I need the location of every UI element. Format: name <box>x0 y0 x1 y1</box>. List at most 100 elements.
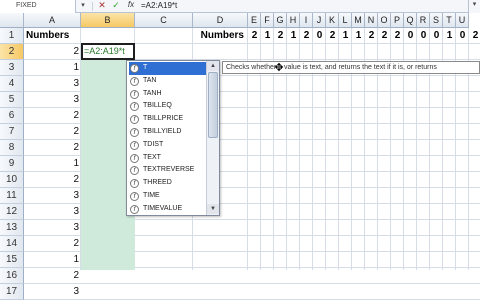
row1-value-cell[interactable]: 2 <box>469 28 480 44</box>
row1-value-cell[interactable]: 0 <box>417 28 430 44</box>
column-header-q[interactable]: Q <box>404 13 417 28</box>
row-header-17[interactable]: 17 <box>0 284 24 300</box>
column-header-m[interactable]: M <box>352 13 365 28</box>
autocomplete-item[interactable]: TBILLYIELD <box>129 126 208 139</box>
name-box[interactable]: FIXED <box>0 0 76 13</box>
row1-value-cell[interactable]: 0 <box>430 28 443 44</box>
cell-a4[interactable]: 3 <box>24 76 81 92</box>
cell-a10[interactable]: 2 <box>24 172 81 188</box>
column-header-e[interactable]: E <box>248 13 261 28</box>
cell-a14[interactable]: 2 <box>24 236 81 252</box>
row-header-2[interactable]: 2 <box>0 44 24 60</box>
cell-d1[interactable]: Numbers <box>193 28 248 44</box>
column-header-c[interactable]: C <box>135 13 193 28</box>
column-header-p[interactable]: P <box>391 13 404 28</box>
autocomplete-item[interactable]: TANH <box>129 88 208 101</box>
row1-value-cell[interactable]: 1 <box>352 28 365 44</box>
row-header-7[interactable]: 7 <box>0 124 24 140</box>
row1-value-cell[interactable]: 2 <box>326 28 339 44</box>
row-header-10[interactable]: 10 <box>0 172 24 188</box>
cell-a3[interactable]: 1 <box>24 60 81 76</box>
column-header-o[interactable]: O <box>378 13 391 28</box>
column-header-h[interactable]: H <box>287 13 300 28</box>
expand-formula-bar-icon[interactable]: ▾ <box>468 0 480 13</box>
cell-a16[interactable]: 2 <box>24 268 81 284</box>
cell-a11[interactable]: 3 <box>24 188 81 204</box>
autocomplete-item[interactable]: THREED <box>129 177 208 190</box>
row-header-14[interactable]: 14 <box>0 236 24 252</box>
cell-a17[interactable]: 3 <box>24 284 81 300</box>
row1-value-cell[interactable]: 0 <box>404 28 417 44</box>
row-header-5[interactable]: 5 <box>0 92 24 108</box>
column-header-g[interactable]: G <box>274 13 287 28</box>
row1-value-cell[interactable]: 2 <box>378 28 391 44</box>
cell-a12[interactable]: 3 <box>24 204 81 220</box>
autocomplete-item[interactable]: TBILLPRICE <box>129 113 208 126</box>
row-header-4[interactable]: 4 <box>0 76 24 92</box>
insert-function-icon[interactable]: fx <box>124 0 138 13</box>
formula-input[interactable]: =A2:A19*t <box>141 1 441 12</box>
cell-a5[interactable]: 3 <box>24 92 81 108</box>
row-header-11[interactable]: 11 <box>0 188 24 204</box>
column-header-k[interactable]: K <box>326 13 339 28</box>
row1-value-cell[interactable]: 1 <box>261 28 274 44</box>
column-header-s[interactable]: S <box>430 13 443 28</box>
row-header-13[interactable]: 13 <box>0 220 24 236</box>
row1-value-cell[interactable]: 1 <box>287 28 300 44</box>
scroll-down-icon[interactable]: ▼ <box>207 204 219 214</box>
column-header-b[interactable]: B <box>81 13 135 28</box>
autocomplete-item[interactable]: TEXT <box>129 152 208 165</box>
autocomplete-item[interactable]: TBILLEQ <box>129 100 208 113</box>
scroll-thumb[interactable] <box>208 72 218 138</box>
row-header-8[interactable]: 8 <box>0 140 24 156</box>
row1-value-cell[interactable]: 2 <box>300 28 313 44</box>
row-header-6[interactable]: 6 <box>0 108 24 124</box>
row-header-1[interactable]: 1 <box>0 28 24 44</box>
column-header-t[interactable]: T <box>443 13 456 28</box>
enter-icon[interactable]: ✓ <box>110 0 122 13</box>
column-header-i[interactable]: I <box>300 13 313 28</box>
row-header-9[interactable]: 9 <box>0 156 24 172</box>
column-header-d[interactable]: D <box>193 13 248 28</box>
column-header-a[interactable]: A <box>24 13 81 28</box>
autocomplete-item[interactable]: TEXTREVERSE <box>129 164 208 177</box>
row1-value-cell[interactable]: 2 <box>391 28 404 44</box>
cancel-icon[interactable]: ✕ <box>96 0 108 13</box>
autocomplete-scrollbar[interactable]: ▲ ▼ <box>206 61 219 215</box>
row1-value-cell[interactable]: 2 <box>274 28 287 44</box>
select-all-corner[interactable] <box>0 13 24 28</box>
cell-a6[interactable]: 2 <box>24 108 81 124</box>
row-header-15[interactable]: 15 <box>0 252 24 268</box>
column-header-f[interactable]: F <box>261 13 274 28</box>
autocomplete-item[interactable]: TIMEVALUE <box>129 203 208 216</box>
cell-a9[interactable]: 1 <box>24 156 81 172</box>
autocomplete-item[interactable]: TIME <box>129 190 208 203</box>
autocomplete-item[interactable]: TAN <box>129 75 208 88</box>
cell-a8[interactable]: 2 <box>24 140 81 156</box>
row1-value-cell[interactable]: 0 <box>456 28 469 44</box>
scroll-up-icon[interactable]: ▲ <box>207 61 219 71</box>
column-header-j[interactable]: J <box>313 13 326 28</box>
cell-a1[interactable]: Numbers <box>24 28 84 44</box>
row-header-3[interactable]: 3 <box>0 60 24 76</box>
autocomplete-item[interactable]: TDIST <box>129 139 208 152</box>
cell-b2-editor[interactable]: =A2:A19*t <box>81 43 135 60</box>
function-icon: f <box>130 64 139 73</box>
row1-value-cell[interactable]: 2 <box>248 28 261 44</box>
cell-a13[interactable]: 3 <box>24 220 81 236</box>
column-header-l[interactable]: L <box>339 13 352 28</box>
row1-value-cell[interactable]: 1 <box>443 28 456 44</box>
row-header-12[interactable]: 12 <box>0 204 24 220</box>
row1-value-cell[interactable]: 1 <box>339 28 352 44</box>
cell-a7[interactable]: 2 <box>24 124 81 140</box>
row-header-16[interactable]: 16 <box>0 268 24 284</box>
name-box-dropdown-icon[interactable]: ▾ <box>78 1 88 12</box>
column-header-u[interactable]: U <box>456 13 469 28</box>
row1-value-cell[interactable]: 2 <box>365 28 378 44</box>
autocomplete-item[interactable]: T <box>129 62 208 75</box>
cell-a2[interactable]: 2 <box>24 44 81 60</box>
column-header-n[interactable]: N <box>365 13 378 28</box>
cell-a15[interactable]: 1 <box>24 252 81 268</box>
column-header-r[interactable]: R <box>417 13 430 28</box>
row1-value-cell[interactable]: 0 <box>313 28 326 44</box>
